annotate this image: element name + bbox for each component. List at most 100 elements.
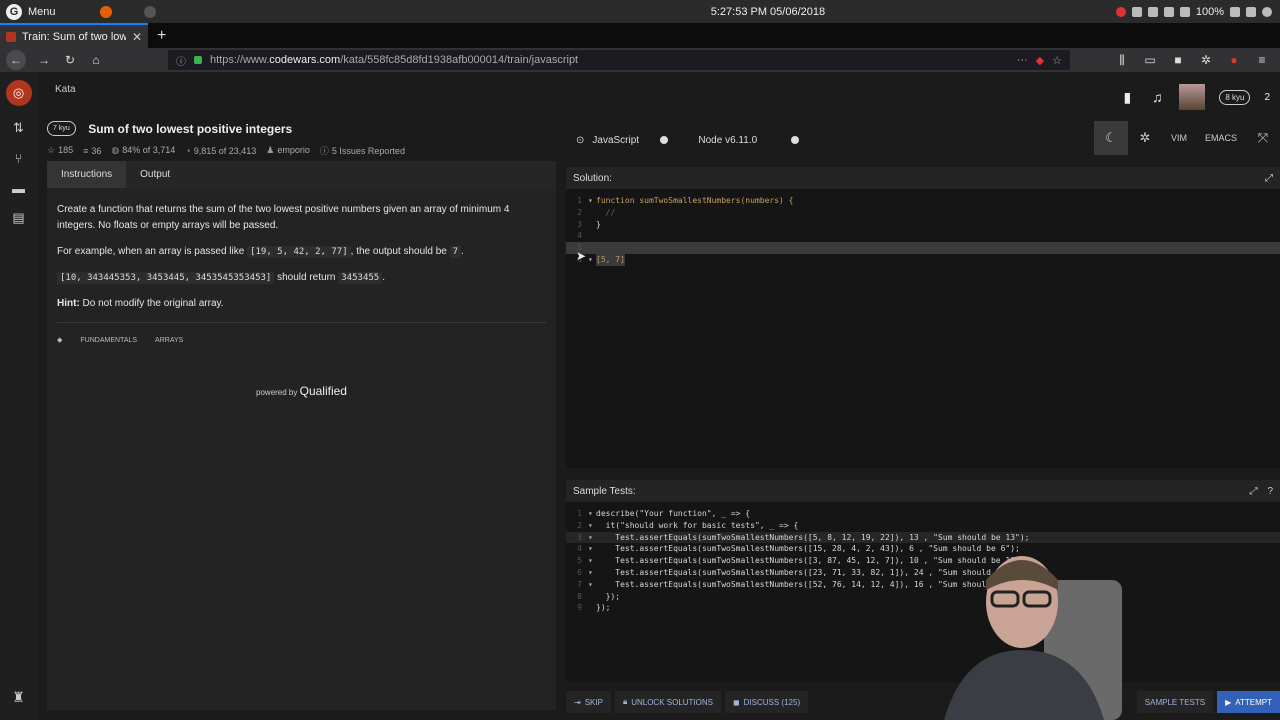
tab-title: Train: Sum of two lowest	[22, 30, 126, 43]
obs-icon[interactable]	[143, 5, 156, 18]
description-paragraph: Create a function that returns the sum o…	[57, 204, 510, 231]
record-icon[interactable]	[1115, 6, 1126, 17]
home-icon[interactable]: ⌂	[88, 52, 104, 68]
runtime-select[interactable]: Node v6.11.0	[698, 135, 800, 146]
distro-logo-icon[interactable]: G	[6, 3, 22, 20]
kata-header: 7 kyu Sum of two lowest positive integer…	[47, 120, 547, 157]
solution-editor[interactable]: Solution: ⤢ 1 ▾ function sumTwoSmallestNum…	[566, 167, 1280, 468]
solution-label: Solution:	[573, 172, 612, 184]
url-text: https://www.codewars.com/kata/558fc85d8f…	[210, 54, 579, 66]
extension-2-icon[interactable]: ✲	[1198, 52, 1214, 68]
pocket-icon[interactable]: ◆	[1036, 54, 1044, 67]
tab-instructions[interactable]: Instructions	[47, 161, 127, 188]
completions-icon: ◔	[185, 145, 191, 156]
codewars-favicon-icon	[6, 31, 16, 42]
new-tab-icon[interactable]: +	[148, 23, 175, 48]
bookmark-star-icon[interactable]: ☆	[1052, 54, 1062, 67]
back-icon[interactable]: ←	[6, 50, 26, 70]
example-paragraph-2: [10, 343445353, 3453445, 3453545353453] …	[57, 270, 546, 286]
url-bar[interactable]: ⓘ https://www.codewars.com/kata/558fc85d…	[168, 50, 1070, 70]
kata-fork-icon[interactable]: ⑂	[11, 150, 27, 166]
tag-fundamentals[interactable]: FUNDAMENTALS	[80, 333, 137, 349]
codewars-logo-icon[interactable]: ◎	[5, 80, 32, 106]
kyu-badge: 7 kyu	[47, 121, 76, 137]
attempt-button[interactable]: ▶ ATTEMPT	[1217, 691, 1280, 713]
editor-modes: ☾ ✲ VIM EMACS ⤧	[1093, 121, 1280, 155]
extension-icon[interactable]: ■	[1170, 52, 1186, 68]
power-icon[interactable]	[1262, 6, 1272, 17]
bluetooth-icon[interactable]	[1230, 6, 1240, 17]
discuss-button[interactable]: ◼ DISCUSS (125)	[725, 691, 809, 713]
breadcrumb[interactable]: Kata	[55, 84, 76, 95]
sample-tests-editor[interactable]: Sample Tests: ⤢? 1 ▾ describe("Your functi…	[566, 480, 1280, 682]
comments-icon: ◼	[733, 697, 740, 707]
docs-icon[interactable]: ▤	[11, 210, 27, 226]
editor-toolbar: ⊙ JavaScript Node v6.11.0 ☾ ✲ VIM EMACS …	[566, 121, 1280, 155]
pinterest-icon[interactable]: ●	[1226, 52, 1242, 68]
code-line: 1 ▾ function sumTwoSmallestNumbers(numbers…	[577, 196, 794, 205]
tests-code[interactable]: 1 ▾ describe("Your function", _ => { 2 ▾ it…	[566, 502, 1280, 614]
close-tab-icon[interactable]: ✕	[132, 30, 142, 44]
language-icon: ⊙	[576, 134, 585, 146]
bell-icon[interactable]: ♫	[1149, 89, 1165, 105]
code-line: 4	[577, 231, 582, 241]
action-bar: ⇥ SKIP 🔒︎ UNLOCK SOLUTIONS ◼ DISCUSS (125) …	[566, 691, 1280, 713]
cloud-icon[interactable]	[1131, 6, 1142, 17]
network-icon[interactable]	[1179, 6, 1190, 17]
volume-icon[interactable]	[1246, 6, 1256, 17]
os-menu-button[interactable]: Menu	[28, 6, 56, 18]
training-icon[interactable]: ⇅	[11, 120, 27, 136]
author-link[interactable]: emporio	[277, 145, 310, 155]
mouse-cursor-icon: ➤	[576, 249, 587, 263]
lock-icon: 🔒︎	[622, 697, 628, 706]
monitor-icon[interactable]	[1147, 6, 1158, 17]
browser-tab-bar: Train: Sum of two lowest ✕ +	[0, 23, 1280, 48]
skip-button[interactable]: ⇥ SKIP	[566, 691, 611, 713]
issues-link[interactable]: 5 Issues Reported	[332, 146, 405, 156]
left-tabs: Instructions Output	[47, 161, 556, 188]
language-select[interactable]: ⊙ JavaScript	[576, 134, 669, 146]
dark-mode-icon[interactable]: ☾	[1093, 121, 1128, 155]
powered-by[interactable]: powered by Qualified	[57, 383, 546, 401]
code-line: 6 ▾ Test.assertEquals(sumTwoSmallestNumbe…	[577, 567, 1035, 577]
forward-icon[interactable]: →	[36, 52, 52, 68]
fullscreen-icon[interactable]: ⤧	[1246, 121, 1280, 155]
run-sample-tests-button[interactable]: SAMPLE TESTS	[1136, 691, 1214, 713]
reload-icon[interactable]: ↻	[62, 52, 78, 68]
vim-mode-button[interactable]: VIM	[1162, 121, 1196, 155]
code-line: 2 //	[577, 207, 616, 217]
unlock-solutions-button[interactable]: 🔒︎ UNLOCK SOLUTIONS	[614, 691, 721, 713]
code-line: 8 });	[577, 591, 621, 601]
sidebar-icon[interactable]: ▭	[1142, 52, 1158, 68]
trophy-icon[interactable]: ♜	[12, 689, 25, 706]
tab-output[interactable]: Output	[126, 161, 184, 188]
code-line: 4 ▾ Test.assertEquals(sumTwoSmallestNumbe…	[577, 544, 1020, 554]
page-title: Sum of two lowest positive integers	[88, 121, 293, 136]
expand-icon[interactable]: ⤢	[1249, 486, 1257, 497]
code-line: 1 ▾ describe("Your function", _ => {	[577, 509, 751, 518]
code-line: 3 ▾ Test.assertEquals(sumTwoSmallestNumbe…	[566, 531, 1280, 544]
page-actions-icon[interactable]: ···	[1017, 54, 1028, 66]
info-icon[interactable]: ⓘ	[176, 53, 186, 68]
issues-icon: ⓘ	[319, 146, 329, 156]
hamburger-menu-icon[interactable]: ≡	[1254, 52, 1270, 68]
code-line: 9 });	[577, 603, 611, 613]
collections-icon[interactable]: ≡	[83, 146, 88, 156]
settings-icon[interactable]	[1163, 6, 1174, 17]
emacs-mode-button[interactable]: EMACS	[1196, 121, 1246, 155]
discussion-icon[interactable]: ▬	[11, 180, 27, 196]
solution-code[interactable]: 1 ▾ function sumTwoSmallestNumbers(numbers…	[566, 189, 1280, 266]
tag-list: ◆ FUNDAMENTALS ARRAYS	[57, 333, 546, 349]
tag-arrays[interactable]: ARRAYS	[155, 333, 183, 349]
help-icon[interactable]: ?	[1267, 486, 1273, 497]
code-line-selected: 6 ▾ [5, 7]	[577, 253, 625, 266]
instructions-panel: Instructions Output Create a function th…	[47, 161, 556, 710]
browser-tab[interactable]: Train: Sum of two lowest ✕	[0, 23, 148, 48]
library-icon[interactable]: ⫼	[1114, 52, 1130, 68]
avatar[interactable]	[1179, 84, 1206, 110]
expand-icon[interactable]: ⤢	[1265, 173, 1273, 184]
bookmark-icon[interactable]: ▮	[1119, 89, 1135, 105]
firefox-icon[interactable]	[99, 5, 112, 18]
star-icon[interactable]: ☆	[47, 145, 55, 155]
gear-icon[interactable]: ✲	[1128, 121, 1162, 155]
